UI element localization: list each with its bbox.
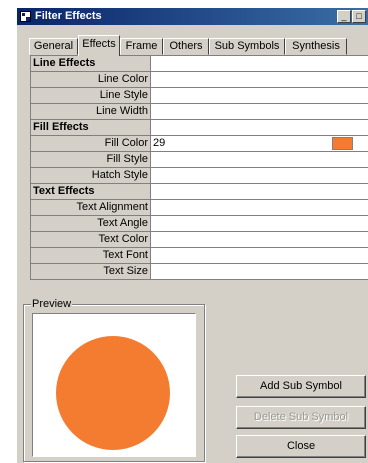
property-row-hatch-style[interactable]: Hatch Style bbox=[31, 168, 368, 184]
fill-color-swatch[interactable] bbox=[332, 137, 353, 150]
property-row-text-size[interactable]: Text Size bbox=[31, 264, 368, 280]
category-row: Fill Effects bbox=[31, 120, 368, 136]
tab-synthesis[interactable]: Synthesis bbox=[285, 38, 347, 55]
category-text-effects[interactable]: Text Effects bbox=[31, 184, 151, 199]
property-value-line-color[interactable] bbox=[151, 72, 368, 87]
preview-label: Preview bbox=[31, 298, 73, 310]
property-row-text-font[interactable]: Text Font bbox=[31, 248, 368, 264]
property-label: Line Color bbox=[31, 72, 151, 87]
property-label: Text Size bbox=[31, 264, 151, 279]
category-fill-effects[interactable]: Fill Effects bbox=[31, 120, 151, 135]
property-label: Fill Color bbox=[31, 136, 151, 151]
property-value-fill-color[interactable]: 29 bbox=[151, 136, 368, 151]
tab-frame[interactable]: Frame bbox=[120, 38, 163, 55]
preview-svg bbox=[56, 336, 170, 450]
property-label: Line Style bbox=[31, 88, 151, 103]
property-value-line-width[interactable] bbox=[151, 104, 368, 119]
tab-others[interactable]: Others bbox=[163, 38, 209, 55]
fill-color-value: 29 bbox=[153, 137, 166, 149]
property-row-text-angle[interactable]: Text Angle bbox=[31, 216, 368, 232]
category-line-effects[interactable]: Line Effects bbox=[31, 56, 151, 71]
property-row-fill-style[interactable]: Fill Style bbox=[31, 152, 368, 168]
maximize-button[interactable]: □ bbox=[352, 10, 366, 23]
category-value bbox=[151, 184, 368, 199]
preview-circle-shape bbox=[56, 336, 170, 450]
close-button[interactable]: Close bbox=[236, 435, 366, 458]
property-value-text-alignment[interactable] bbox=[151, 200, 368, 215]
property-grid: Line Effects Line Color Line Style Line … bbox=[30, 55, 368, 280]
property-value-fill-style[interactable] bbox=[151, 152, 368, 167]
category-row: Text Effects bbox=[31, 184, 368, 200]
app-icon bbox=[20, 11, 31, 22]
property-row-line-color[interactable]: Line Color bbox=[31, 72, 368, 88]
category-row: Line Effects bbox=[31, 56, 368, 72]
property-label: Text Font bbox=[31, 248, 151, 263]
property-value-hatch-style[interactable] bbox=[151, 168, 368, 183]
property-value-text-font[interactable] bbox=[151, 248, 368, 263]
tab-general[interactable]: General bbox=[29, 38, 78, 55]
property-label: Text Angle bbox=[31, 216, 151, 231]
property-value-text-angle[interactable] bbox=[151, 216, 368, 231]
property-row-line-style[interactable]: Line Style bbox=[31, 88, 368, 104]
delete-sub-symbol-button[interactable]: Delete Sub Symbol bbox=[236, 406, 366, 429]
minimize-button[interactable]: _ bbox=[337, 10, 351, 23]
preview-canvas bbox=[32, 313, 196, 457]
title-bar[interactable]: Filter Effects _ □ bbox=[17, 8, 368, 25]
property-value-line-style[interactable] bbox=[151, 88, 368, 103]
tab-effects[interactable]: Effects bbox=[78, 35, 120, 56]
property-row-fill-color[interactable]: Fill Color 29 bbox=[31, 136, 368, 152]
property-row-text-alignment[interactable]: Text Alignment bbox=[31, 200, 368, 216]
category-value bbox=[151, 120, 368, 135]
property-label: Line Width bbox=[31, 104, 151, 119]
property-value-text-size[interactable] bbox=[151, 264, 368, 279]
property-row-text-color[interactable]: Text Color bbox=[31, 232, 368, 248]
property-row-line-width[interactable]: Line Width bbox=[31, 104, 368, 120]
filter-effects-window: Filter Effects _ □ General Effects Frame… bbox=[17, 8, 368, 463]
tab-sub-symbols[interactable]: Sub Symbols bbox=[209, 38, 285, 55]
add-sub-symbol-button[interactable]: Add Sub Symbol bbox=[236, 375, 366, 398]
window-title: Filter Effects bbox=[35, 10, 102, 22]
property-label: Text Color bbox=[31, 232, 151, 247]
property-label: Fill Style bbox=[31, 152, 151, 167]
property-value-text-color[interactable] bbox=[151, 232, 368, 247]
property-label: Hatch Style bbox=[31, 168, 151, 183]
category-value bbox=[151, 56, 368, 71]
property-label: Text Alignment bbox=[31, 200, 151, 215]
